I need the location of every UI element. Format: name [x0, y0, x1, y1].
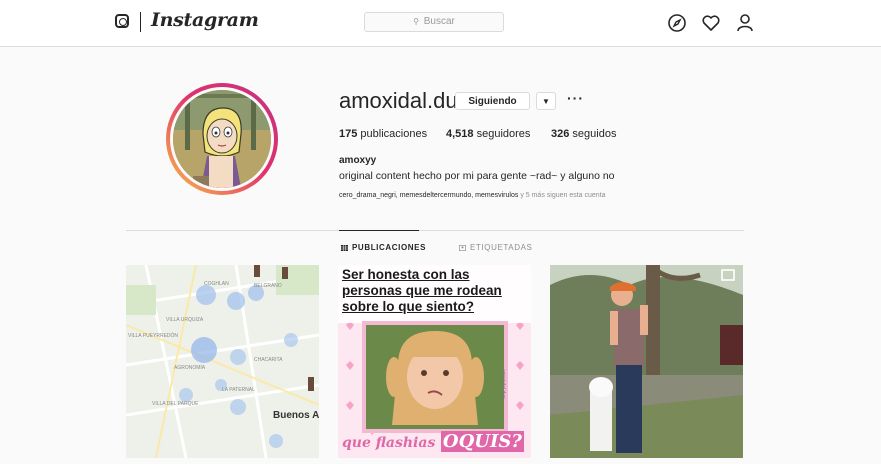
more-options-icon[interactable]: ··· [567, 90, 584, 106]
top-navbar: Instagram ⚲ Buscar [0, 0, 881, 47]
meme-top-caption: Ser honesta con las personas que me rode… [342, 267, 502, 314]
photo-image [550, 265, 743, 458]
map-label-belgrano: BELGRANO [254, 283, 282, 289]
stat-posts-label: publicaciones [360, 128, 428, 140]
search-icon: ⚲ [413, 17, 419, 26]
tab-posts-label: PUBLICACIONES [352, 243, 427, 252]
avatar-story-ring[interactable] [166, 83, 278, 195]
meme-watermark: amoxidal.duo [500, 369, 506, 399]
stat-following[interactable]: 326 seguidos [551, 128, 616, 140]
map-label-coghlan: COGHLAN [204, 281, 229, 287]
avatar[interactable] [170, 87, 274, 191]
instagram-glyph-icon[interactable] [115, 14, 129, 28]
map-label-villa-pueyrredon: VILLA PUEYRREDÓN [128, 332, 178, 339]
stat-followers-count: 4,518 [446, 128, 474, 140]
meme-bottom-caption-small: que flashias [342, 435, 436, 451]
followed-by-more: y 5 más siguen esta cuenta [520, 192, 606, 199]
post-thumbnail-video[interactable] [550, 265, 743, 458]
map-label-la-paternal: LA PATERNAL [222, 387, 255, 393]
compass-icon[interactable] [667, 13, 687, 33]
search-placeholder: Buscar [423, 16, 455, 27]
map-image: COGHLAN BELGRANO VILLA URQUIZA VILLA PUE… [126, 265, 319, 458]
logo-divider [140, 12, 141, 32]
suggestions-dropdown-button[interactable]: ▼ [536, 92, 556, 110]
profile-icon[interactable] [735, 13, 755, 33]
avatar-image [173, 90, 271, 188]
tab-tagged[interactable]: ETIQUETADAS [459, 243, 532, 252]
stat-followers[interactable]: 4,518 seguidores [446, 128, 530, 140]
tab-tagged-label: ETIQUETADAS [470, 243, 533, 252]
profile-bio: original content hecho por mi para gente… [339, 170, 615, 182]
map-label-villa-del-parque: VILLA DEL PARQUE [152, 401, 199, 407]
tag-icon [459, 245, 466, 251]
followed-by-accounts[interactable]: cero_drama_negri, memesdeltercermundo, m… [339, 192, 518, 199]
profile-full-name: amoxyy [339, 155, 377, 166]
stat-followers-label: seguidores [476, 128, 531, 140]
meme-bottom-caption: que flashias OQUIS? [342, 431, 528, 452]
instagram-wordmark[interactable]: Instagram [151, 9, 259, 31]
map-label-villa-urquiza: VILLA URQUIZA [166, 317, 204, 323]
post-thumbnail-meme[interactable]: Ser honesta con las personas que me rode… [338, 265, 531, 458]
grid-icon [341, 245, 348, 251]
map-label-agronomia: AGRONOMÍA [174, 364, 206, 371]
meme-bottom-caption-big: OQUIS? [440, 431, 524, 452]
caret-down-icon: ▼ [542, 97, 550, 106]
map-label-chacarita: CHACARITA [254, 357, 283, 363]
stat-following-label: seguidos [572, 128, 617, 140]
stat-posts-count: 175 [339, 128, 358, 140]
stat-following-count: 326 [551, 128, 570, 140]
search-input[interactable]: ⚲ Buscar [364, 12, 504, 32]
map-label-buenos-aires: Buenos Ai [273, 410, 319, 421]
followed-by-text[interactable]: cero_drama_negri, memesdeltercermundo, m… [339, 192, 606, 199]
heart-icon[interactable] [701, 13, 721, 33]
tabs-divider [126, 230, 744, 231]
stat-posts: 175 publicaciones [339, 128, 427, 140]
active-tab-indicator [339, 230, 419, 231]
post-thumbnail-map[interactable]: COGHLAN BELGRANO VILLA URQUIZA VILLA PUE… [126, 265, 319, 458]
profile-username: amoxidal.duo [339, 88, 470, 113]
following-button[interactable]: Siguiendo [455, 92, 530, 110]
tab-posts[interactable]: PUBLICACIONES [341, 243, 426, 252]
